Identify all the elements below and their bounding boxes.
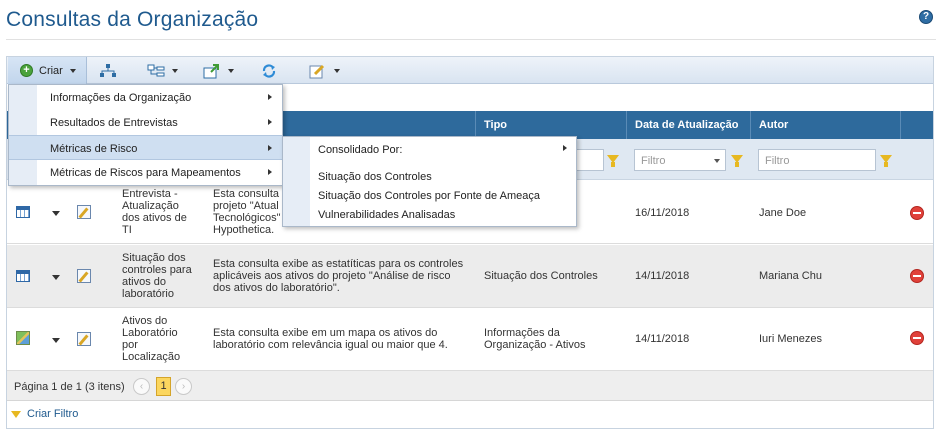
pager-summary: Página 1 de 1 (3 itens) bbox=[14, 381, 125, 393]
toolbar: + Criar bbox=[7, 57, 933, 84]
chevron-right-icon bbox=[268, 169, 272, 175]
column-header-tipo[interactable]: Tipo bbox=[484, 119, 507, 131]
prev-page-button[interactable]: ‹ bbox=[133, 378, 150, 395]
table-icon[interactable] bbox=[16, 270, 30, 282]
query-author: Iuri Menezes bbox=[759, 333, 822, 345]
query-author: Mariana Chu bbox=[759, 270, 822, 282]
page-number-current[interactable]: 1 bbox=[156, 377, 171, 396]
chevron-down-icon bbox=[69, 68, 76, 73]
header-separator bbox=[750, 111, 751, 139]
chevron-right-icon bbox=[268, 119, 272, 125]
query-date: 14/11/2018 bbox=[635, 333, 690, 345]
page-title: Consultas da Organização bbox=[6, 8, 259, 31]
map-icon[interactable] bbox=[16, 331, 30, 345]
submenu-item-consolidated-by[interactable]: Consolidado Por: bbox=[318, 144, 402, 156]
export-icon bbox=[203, 63, 219, 78]
edit-button[interactable] bbox=[309, 57, 345, 84]
autor-filter-input[interactable]: Filtro bbox=[758, 149, 876, 171]
query-description: Esta consulta exibe em um mapa os ativos… bbox=[213, 327, 448, 351]
filter-icon[interactable] bbox=[607, 155, 619, 167]
delete-icon[interactable] bbox=[910, 206, 924, 220]
query-date: 14/11/2018 bbox=[635, 270, 690, 282]
menu-item-org-info[interactable]: Informações da Organização bbox=[9, 85, 282, 110]
query-description: Esta consulta exibe as estatíticas para … bbox=[213, 258, 464, 294]
submenu-item-control-status[interactable]: Situação dos Controles bbox=[318, 171, 432, 183]
submenu-item-analyzed-vulnerabilities[interactable]: Vulnerabilidades Analisadas bbox=[318, 209, 455, 221]
menu-item-interview-results[interactable]: Resultados de Entrevistas bbox=[9, 110, 282, 135]
chevron-down-icon[interactable] bbox=[52, 211, 60, 216]
autor-filter-placeholder: Filtro bbox=[765, 155, 790, 167]
pager: Página 1 de 1 (3 itens) ‹ 1 › bbox=[7, 371, 933, 401]
query-name[interactable]: Situação dos controles para ativos do labo… bbox=[122, 252, 202, 300]
edit-icon[interactable] bbox=[77, 269, 91, 283]
hierarchy-icon bbox=[100, 63, 116, 77]
table-icon[interactable] bbox=[16, 206, 30, 218]
menu-item-label: Métricas de Riscos para Mapeamentos bbox=[50, 167, 241, 179]
data-filter-placeholder: Filtro bbox=[641, 155, 666, 167]
query-type: Situação dos Controles bbox=[484, 270, 598, 282]
chevron-down-icon bbox=[172, 68, 178, 73]
risk-metrics-submenu: Consolidado Por: Situação dos Controles … bbox=[282, 136, 577, 227]
chevron-down-icon[interactable] bbox=[714, 159, 720, 163]
create-menu: Informações da Organização Resultados de… bbox=[8, 84, 283, 186]
edit-icon[interactable] bbox=[77, 332, 91, 346]
query-name[interactable]: Ativos do Laboratório por Localização bbox=[122, 315, 202, 363]
column-header-data[interactable]: Data de Atualização bbox=[635, 119, 739, 131]
header-separator bbox=[626, 111, 627, 139]
filter-icon[interactable] bbox=[731, 155, 743, 167]
filter-icon[interactable] bbox=[880, 155, 892, 167]
export-button[interactable] bbox=[203, 57, 239, 84]
hierarchy-button[interactable] bbox=[99, 57, 119, 84]
create-label: Criar bbox=[39, 64, 63, 77]
menu-item-label: Métricas de Risco bbox=[50, 143, 138, 155]
create-button[interactable]: + Criar bbox=[8, 57, 87, 84]
tree-view-button[interactable] bbox=[147, 57, 183, 84]
data-filter-input[interactable]: Filtro bbox=[634, 149, 726, 171]
table-row[interactable]: Ativos do Laboratório por Localização Esta… bbox=[7, 308, 933, 371]
query-type: Informações da Organização - Ativos bbox=[484, 327, 586, 351]
menu-icon-strip bbox=[283, 137, 310, 226]
refresh-button[interactable] bbox=[261, 57, 281, 84]
chevron-down-icon bbox=[228, 68, 234, 73]
submenu-item-control-status-by-threat[interactable]: Situação dos Controles por Fonte de Amea… bbox=[318, 190, 540, 202]
query-name[interactable]: Entrevista - Atualização dos ativos de TI bbox=[122, 188, 202, 236]
tree-view-icon bbox=[147, 64, 165, 76]
question-icon[interactable]: ? bbox=[919, 10, 933, 24]
header-separator bbox=[900, 111, 901, 139]
edit-icon bbox=[309, 64, 325, 78]
chevron-right-icon bbox=[268, 94, 272, 100]
chevron-right-icon bbox=[563, 145, 567, 151]
next-page-button[interactable]: › bbox=[175, 378, 192, 395]
chevron-down-icon[interactable] bbox=[52, 275, 60, 280]
delete-icon[interactable] bbox=[910, 331, 924, 345]
menu-item-risk-metrics[interactable]: Métricas de Risco bbox=[9, 135, 282, 160]
title-divider bbox=[6, 39, 936, 40]
chevron-right-icon bbox=[268, 145, 272, 151]
column-header-autor[interactable]: Autor bbox=[759, 119, 788, 131]
header-separator bbox=[475, 111, 476, 139]
menu-item-risk-mapping-metrics[interactable]: Métricas de Riscos para Mapeamentos bbox=[9, 160, 282, 185]
chevron-down-icon[interactable] bbox=[52, 338, 60, 343]
table-row[interactable]: Situação dos controles para ativos do labo… bbox=[7, 245, 933, 308]
chevron-down-icon bbox=[334, 68, 340, 73]
create-filter-link[interactable]: Criar Filtro bbox=[11, 408, 78, 420]
delete-icon[interactable] bbox=[910, 269, 924, 283]
query-date: 16/11/2018 bbox=[635, 207, 690, 219]
menu-item-label: Informações da Organização bbox=[50, 92, 192, 104]
menu-item-label: Resultados de Entrevistas bbox=[50, 117, 178, 129]
plus-icon: + bbox=[20, 64, 33, 77]
edit-icon[interactable] bbox=[77, 205, 91, 219]
query-author: Jane Doe bbox=[759, 207, 807, 219]
refresh-icon bbox=[262, 63, 276, 78]
create-filter-label: Criar Filtro bbox=[27, 408, 79, 420]
filter-icon bbox=[11, 410, 21, 418]
